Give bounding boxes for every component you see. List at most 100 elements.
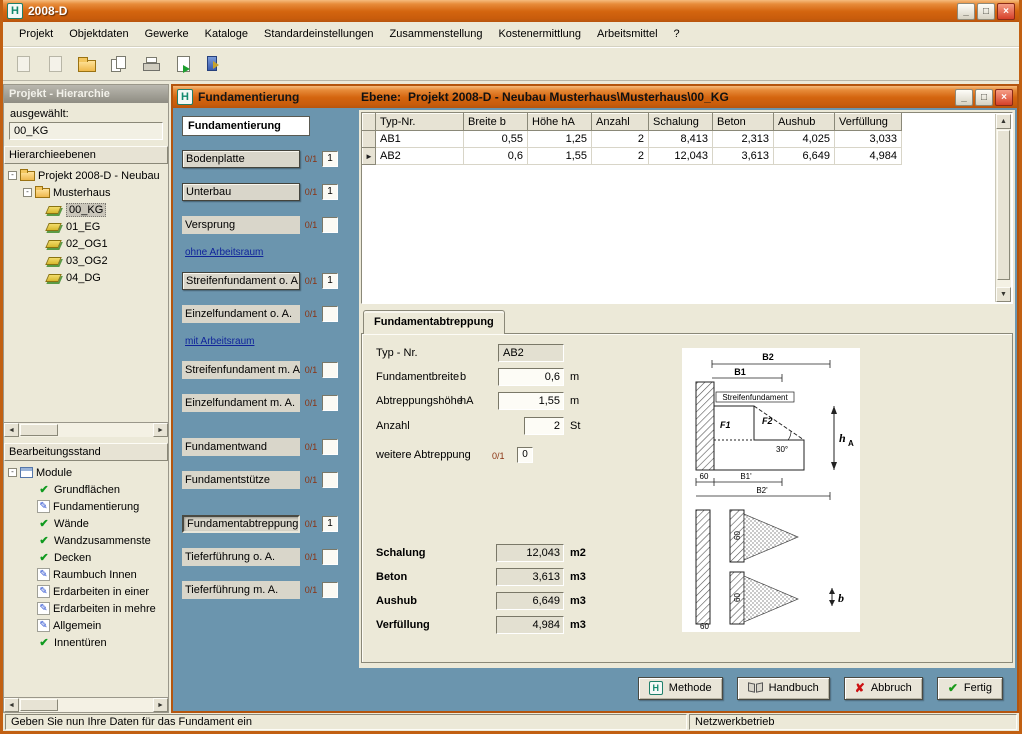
- scroll-track[interactable]: [19, 698, 153, 712]
- menu-kostenermittlung[interactable]: Kostenermittlung: [490, 25, 589, 43]
- value-box[interactable]: [322, 306, 338, 322]
- module-erdarbeiten-mehre[interactable]: ✎ Erdarbeiten in mehre: [6, 600, 166, 617]
- module-label[interactable]: Erdarbeiten in mehre: [53, 603, 156, 615]
- sb-bodenplatte-button[interactable]: Bodenplatte: [182, 150, 300, 168]
- menu-projekt[interactable]: Projekt: [11, 25, 61, 43]
- scroll-track[interactable]: [996, 129, 1011, 287]
- cell[interactable]: 8,413: [649, 131, 713, 148]
- module-raumbuch-innen[interactable]: ✎ Raumbuch Innen: [6, 566, 166, 583]
- collapse-icon[interactable]: -: [8, 468, 17, 477]
- sb-streifenfundament-ma-button[interactable]: Streifenfundament m. A.: [182, 361, 300, 379]
- value-box[interactable]: 1: [322, 516, 338, 532]
- value-box[interactable]: [322, 472, 338, 488]
- horizontal-scrollbar[interactable]: ◄ ►: [4, 422, 168, 437]
- value-box[interactable]: [322, 395, 338, 411]
- scroll-right-icon[interactable]: ►: [153, 698, 168, 712]
- menu-gewerke[interactable]: Gewerke: [137, 25, 197, 43]
- tree-label[interactable]: 04_DG: [66, 272, 101, 284]
- handbuch-button[interactable]: Handbuch: [737, 677, 830, 700]
- cell[interactable]: 6,649: [774, 148, 835, 165]
- value-box[interactable]: [322, 549, 338, 565]
- scroll-thumb[interactable]: [20, 424, 58, 436]
- value-box[interactable]: 1: [322, 151, 338, 167]
- sb-fundamentwand-button[interactable]: Fundamentwand: [182, 438, 300, 456]
- module-label[interactable]: Innentüren: [54, 637, 107, 649]
- menu-hilfe[interactable]: ?: [666, 25, 688, 43]
- print-icon[interactable]: [139, 52, 163, 76]
- module-label[interactable]: Fundamentierung: [53, 501, 139, 513]
- table-row-ab2-selected[interactable]: ► AB2 0,6 1,55 2 12,043 3,613 6,649 4,98…: [363, 148, 902, 165]
- minimize-button[interactable]: _: [957, 3, 975, 20]
- maximize-button[interactable]: □: [977, 3, 995, 20]
- value-box[interactable]: 1: [322, 273, 338, 289]
- tree-label[interactable]: 01_EG: [66, 221, 100, 233]
- scroll-up-icon[interactable]: ▲: [996, 114, 1011, 129]
- inner-titlebar[interactable]: H Fundamentierung Ebene: Projekt 2008-D …: [173, 86, 1017, 108]
- value-box[interactable]: [322, 362, 338, 378]
- cell[interactable]: 4,984: [835, 148, 902, 165]
- scroll-left-icon[interactable]: ◄: [4, 423, 19, 437]
- tab-fundamentabtreppung[interactable]: Fundamentabtreppung: [363, 310, 505, 334]
- fertig-button[interactable]: ✔ Fertig: [937, 677, 1003, 700]
- sb-tieferfuehrung-oa-button[interactable]: Tieferführung o. A.: [182, 548, 300, 566]
- levels-header[interactable]: Hierarchieebenen: [4, 146, 168, 164]
- sb-fundamentstuetze-button[interactable]: Fundamentstütze: [182, 471, 300, 489]
- cell[interactable]: 0,55: [464, 131, 528, 148]
- sb-tieferfuehrung-ma-button[interactable]: Tieferführung m. A.: [182, 581, 300, 599]
- cell[interactable]: 3,033: [835, 131, 902, 148]
- scroll-thumb[interactable]: [997, 130, 1010, 280]
- collapse-icon[interactable]: -: [8, 171, 17, 180]
- close-button[interactable]: ×: [995, 89, 1013, 106]
- cell[interactable]: 2: [592, 148, 649, 165]
- cell[interactable]: 1,25: [528, 131, 592, 148]
- methode-button[interactable]: H Methode: [638, 677, 723, 700]
- tree-label[interactable]: 03_OG2: [66, 255, 108, 267]
- col-typ-nr[interactable]: Typ-Nr.: [376, 114, 464, 131]
- exit-icon[interactable]: [203, 52, 227, 76]
- minimize-button[interactable]: _: [955, 89, 973, 106]
- module-label[interactable]: Erdarbeiten in einer: [53, 586, 149, 598]
- module-label[interactable]: Raumbuch Innen: [53, 569, 137, 581]
- cell[interactable]: 2,313: [713, 131, 774, 148]
- abtreppungshoehe-input[interactable]: 1,55: [498, 392, 564, 410]
- status-header[interactable]: Bearbeitungsstand: [4, 443, 168, 461]
- module-erdarbeiten-einer[interactable]: ✎ Erdarbeiten in einer: [6, 583, 166, 600]
- main-titlebar[interactable]: H 2008-D _ □ ×: [3, 0, 1019, 22]
- sb-versprung-button[interactable]: Versprung: [182, 216, 300, 234]
- menu-zusammenstellung[interactable]: Zusammenstellung: [382, 25, 491, 43]
- module-fundamentierung[interactable]: ✎ Fundamentierung: [6, 498, 166, 515]
- col-aushub[interactable]: Aushub: [774, 114, 835, 131]
- fundamentbreite-input[interactable]: 0,6: [498, 368, 564, 386]
- module-label[interactable]: Decken: [54, 552, 91, 564]
- maximize-button[interactable]: □: [975, 89, 993, 106]
- module-waende[interactable]: ✔ Wände: [6, 515, 166, 532]
- sb-fundamentabtreppung-button[interactable]: Fundamentabtreppung: [182, 515, 300, 533]
- scroll-down-icon[interactable]: ▼: [996, 287, 1011, 302]
- module-wandzusammenstellung[interactable]: ✔ Wandzusammenste: [6, 532, 166, 549]
- module-innentueren[interactable]: ✔ Innentüren: [6, 634, 166, 651]
- scroll-thumb[interactable]: [20, 699, 58, 711]
- typ-nr-field[interactable]: AB2: [498, 344, 564, 362]
- tree-label[interactable]: Musterhaus: [53, 187, 110, 199]
- collapse-icon[interactable]: -: [23, 188, 32, 197]
- col-schalung[interactable]: Schalung: [649, 114, 713, 131]
- col-verfuellung[interactable]: Verfüllung: [835, 114, 902, 131]
- scroll-right-icon[interactable]: ►: [153, 423, 168, 437]
- horizontal-scrollbar[interactable]: ◄ ►: [4, 697, 168, 712]
- table-row-ab1[interactable]: AB1 0,55 1,25 2 8,413 2,313 4,025 3,033: [363, 131, 902, 148]
- module-label[interactable]: Grundflächen: [54, 484, 120, 496]
- menu-kataloge[interactable]: Kataloge: [197, 25, 256, 43]
- new-document-icon[interactable]: [11, 52, 35, 76]
- module-label[interactable]: Allgemein: [53, 620, 101, 632]
- cell[interactable]: 4,025: [774, 131, 835, 148]
- col-anzahl[interactable]: Anzahl: [592, 114, 649, 131]
- tree-node-project[interactable]: - Projekt 2008-D - Neubau: [6, 167, 166, 184]
- cell[interactable]: AB2: [376, 148, 464, 165]
- col-beton[interactable]: Beton: [713, 114, 774, 131]
- module-grundflaechen[interactable]: ✔ Grundflächen: [6, 481, 166, 498]
- weitere-abtreppung-input[interactable]: 0: [517, 447, 533, 463]
- value-box[interactable]: [322, 217, 338, 233]
- copy-icon[interactable]: [107, 52, 131, 76]
- cell[interactable]: 2: [592, 131, 649, 148]
- value-box[interactable]: [322, 582, 338, 598]
